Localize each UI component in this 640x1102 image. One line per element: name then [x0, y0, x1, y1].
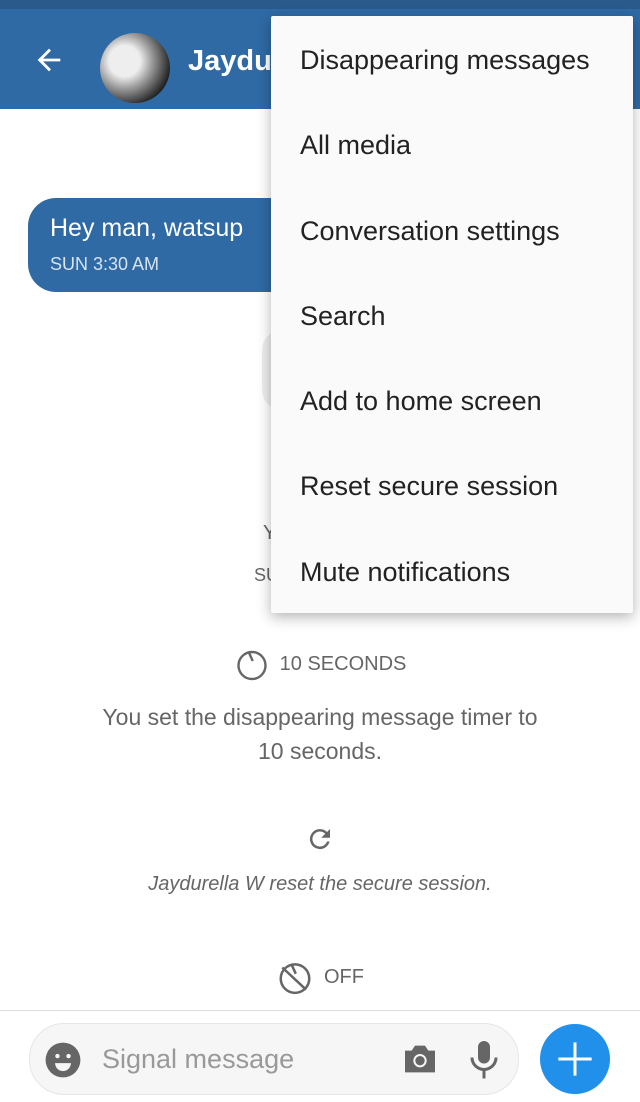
menu-item-disappearing-messages[interactable]: Disappearing messages	[271, 16, 633, 101]
message-input[interactable]	[100, 1038, 384, 1080]
attach-button[interactable]	[540, 1024, 610, 1094]
overflow-menu: Disappearing messages All media Conversa…	[271, 16, 633, 613]
menu-item-all-media[interactable]: All media	[271, 101, 633, 186]
menu-item-mute-notifications[interactable]: Mute notifications	[271, 528, 633, 613]
emoji-icon[interactable]	[44, 1041, 82, 1079]
reset-event-icon-wrap	[0, 824, 640, 859]
composer	[29, 1023, 519, 1095]
camera-icon[interactable]	[400, 1039, 440, 1079]
timer-off-icon	[279, 963, 311, 995]
reset-event-text: Jaydurella W reset the secure session.	[148, 873, 492, 895]
menu-item-conversation-settings[interactable]: Conversation settings	[271, 187, 633, 272]
menu-item-search[interactable]: Search	[271, 272, 633, 357]
divider	[0, 1010, 640, 1011]
timer-event-header: 10 SECONDS	[0, 646, 640, 682]
timer-off-event: OFF	[0, 958, 640, 996]
arrow-left-icon[interactable]	[32, 43, 66, 77]
avatar[interactable]	[100, 33, 170, 103]
off-label: OFF	[324, 965, 364, 988]
timer-label: 10 SECONDS	[279, 652, 407, 675]
timer-icon	[236, 650, 267, 681]
timer-event-text: You set the disappearing message timer t…	[0, 700, 640, 768]
menu-item-reset-secure-session[interactable]: Reset secure session	[271, 442, 633, 527]
plus-icon	[558, 1042, 592, 1076]
conversation-title[interactable]: Jaydu	[188, 45, 272, 78]
microphone-icon[interactable]	[466, 1037, 502, 1081]
timer-text: You set the disappearing message timer t…	[102, 704, 538, 764]
message-time: SUN 3:30 AM	[50, 254, 160, 274]
refresh-icon	[309, 829, 330, 850]
status-bar	[0, 0, 640, 9]
message-text: Hey man, watsup	[50, 214, 244, 242]
message-bubble[interactable]: Hey man, watsup SUN 3:30 AM	[28, 198, 308, 292]
menu-item-add-to-home-screen[interactable]: Add to home screen	[271, 357, 633, 442]
